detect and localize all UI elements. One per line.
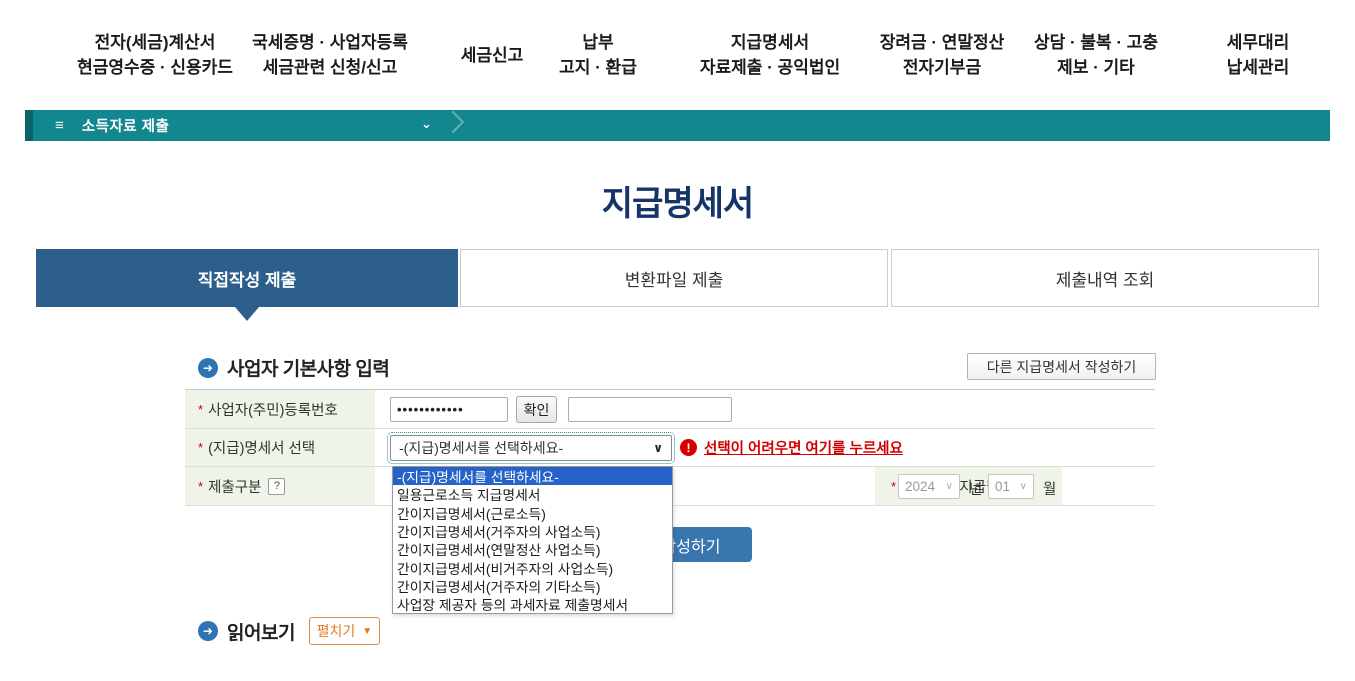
submenu-bar: ≡ 소득자료 제출 ⌄	[25, 110, 1330, 141]
business-number-value-cell: 확인	[375, 390, 1155, 428]
nav-item-line: 고지 · 환급	[559, 55, 637, 80]
nav-item-payment-statement[interactable]: 지급명세서자료제출 · 공익법인	[700, 26, 840, 84]
business-name-input[interactable]	[568, 397, 732, 422]
tab-submission-history[interactable]: 제출내역 조회	[891, 249, 1319, 307]
statement-options-dropdown: -(지급)명세서를 선택하세요- 일용근로소득 지급명세서 간이지급명세서(근로…	[392, 466, 673, 614]
readme-section: ➜ 읽어보기 펼치기 ▼	[198, 617, 380, 645]
submission-type-label: 제출구분	[208, 476, 261, 497]
section-title: 사업자 기본사항 입력	[227, 354, 389, 381]
month-unit-label: 월	[1043, 478, 1056, 499]
dropdown-option[interactable]: 간이지급명세서(거주자의 사업소득)	[393, 522, 672, 540]
dropdown-option[interactable]: 간이지급명세서(거주자의 기타소득)	[393, 577, 672, 595]
nav-item-line: 전자(세금)계산서	[95, 30, 216, 55]
business-number-label-cell: * 사업자(주민)등록번호	[185, 390, 375, 428]
nav-item-line: 자료제출 · 공익법인	[700, 55, 840, 80]
tab-label: 제출내역 조회	[1056, 266, 1155, 291]
expand-button[interactable]: 펼치기 ▼	[309, 617, 380, 645]
top-navigation: 전자(세금)계산서현금영수증 · 신용카드 국세증명 · 사업자등록세금관련 신…	[0, 26, 1355, 84]
nav-item-consultation[interactable]: 상담 · 불복 · 고충제보 · 기타	[1034, 26, 1158, 84]
exclamation-icon: !	[680, 439, 697, 456]
nav-item-certificates[interactable]: 국세증명 · 사업자등록세금관련 신청/신고	[252, 26, 408, 84]
dropdown-option[interactable]: -(지급)명세서를 선택하세요-	[393, 467, 672, 485]
month-value: 01	[995, 479, 1010, 494]
selection-help-warning: ! 선택이 어려우면 여기를 누르세요	[680, 437, 903, 458]
nav-item-line: 국세증명 · 사업자등록	[252, 30, 408, 55]
month-select[interactable]: 01 ∨	[988, 474, 1034, 499]
dropdown-option[interactable]: 간이지급명세서(근로소득)	[393, 504, 672, 522]
nav-item-line: 지급명세서	[731, 30, 809, 55]
tab-converted-file-submit[interactable]: 변환파일 제출	[460, 249, 888, 307]
nav-item-incentives[interactable]: 장려금 · 연말정산전자기부금	[880, 26, 1005, 84]
selected-option-text: -(지급)명세서를 선택하세요-	[399, 438, 653, 458]
submission-type-label-cell: * 제출구분 ?	[185, 467, 375, 505]
nav-item-tax-agent[interactable]: 세무대리납세관리	[1227, 26, 1290, 84]
business-number-input[interactable]	[390, 397, 508, 422]
required-mark: *	[198, 440, 203, 455]
required-mark: *	[891, 479, 896, 494]
hamburger-icon[interactable]: ≡	[55, 117, 64, 134]
arrow-right-icon: ➜	[198, 358, 218, 378]
nav-item-line: 세금신고	[461, 43, 524, 68]
nav-item-line: 전자기부금	[903, 55, 981, 80]
statement-select-row: * (지급)명세서 선택 -(지급)명세서를 선택하세요- ∨ ! 선택이 어려…	[185, 429, 1155, 467]
page-title: 지급명세서	[0, 176, 1355, 225]
statement-select-dropdown[interactable]: -(지급)명세서를 선택하세요- ∨	[390, 435, 672, 461]
select-arrow-icon: ∨	[946, 481, 953, 492]
dropdown-option[interactable]: 간이지급명세서(비거주자의 사업소득)	[393, 558, 672, 576]
tab-direct-write-submit[interactable]: 직접작성 제출	[36, 249, 458, 307]
business-number-label: 사업자(주민)등록번호	[208, 399, 338, 420]
year-value: 2024	[905, 479, 935, 494]
nav-item-line: 납세관리	[1227, 55, 1290, 80]
required-mark: *	[198, 402, 203, 417]
chevron-down-icon[interactable]: ⌄	[421, 116, 432, 132]
nav-item-e-tax-invoice[interactable]: 전자(세금)계산서현금영수증 · 신용카드	[77, 26, 233, 84]
year-unit-label: 년	[969, 478, 982, 499]
readme-title: 읽어보기	[227, 618, 295, 645]
section-header: ➜ 사업자 기본사항 입력	[198, 354, 389, 381]
other-statement-button[interactable]: 다른 지급명세서 작성하기	[967, 353, 1156, 380]
statement-select-value-cell: -(지급)명세서를 선택하세요- ∨ ! 선택이 어려우면 여기를 누르세요	[375, 429, 1155, 466]
nav-item-line: 제보 · 기타	[1057, 55, 1135, 80]
nav-item-line: 현금영수증 · 신용카드	[77, 55, 233, 80]
statement-select-label-cell: * (지급)명세서 선택	[185, 429, 375, 466]
business-number-row: * 사업자(주민)등록번호 확인	[185, 390, 1155, 429]
breadcrumb-arrow-icon	[442, 111, 465, 134]
tab-label: 직접작성 제출	[198, 266, 297, 291]
nav-item-line: 납부	[582, 30, 613, 55]
expand-button-label: 펼치기	[317, 621, 356, 641]
required-mark: *	[198, 479, 203, 494]
dropdown-option[interactable]: 일용근로소득 지급명세서	[393, 485, 672, 503]
nav-item-line: 세금관련 신청/신고	[263, 55, 398, 80]
nav-item-line: 장려금 · 연말정산	[880, 30, 1005, 55]
nav-item-tax-filing[interactable]: 세금신고	[461, 26, 524, 84]
statement-select-label: (지급)명세서 선택	[208, 437, 315, 458]
year-select[interactable]: 2024 ∨	[898, 474, 960, 499]
nav-item-payment-notice[interactable]: 납부고지 · 환급	[559, 26, 637, 84]
nav-item-line: 상담 · 불복 · 고충	[1034, 30, 1158, 55]
select-arrow-icon: ∨	[1020, 481, 1027, 492]
select-arrow-icon: ∨	[653, 441, 663, 455]
caret-down-icon: ▼	[362, 626, 372, 637]
nav-item-line: 세무대리	[1227, 30, 1290, 55]
submenu-title: 소득자료 제출	[82, 115, 170, 136]
tab-label: 변환파일 제출	[625, 266, 724, 291]
dropdown-option[interactable]: 사업장 제공자 등의 과세자료 제출명세서	[393, 595, 672, 613]
hometax-payment-statement-page: 전자(세금)계산서현금영수증 · 신용카드 국세증명 · 사업자등록세금관련 신…	[0, 0, 1355, 681]
confirm-button[interactable]: 확인	[516, 396, 557, 423]
selection-help-link[interactable]: 선택이 어려우면 여기를 누르세요	[704, 437, 903, 458]
help-icon[interactable]: ?	[268, 478, 285, 495]
dropdown-option[interactable]: 간이지급명세서(연말정산 사업소득)	[393, 540, 672, 558]
arrow-right-icon: ➜	[198, 621, 218, 641]
